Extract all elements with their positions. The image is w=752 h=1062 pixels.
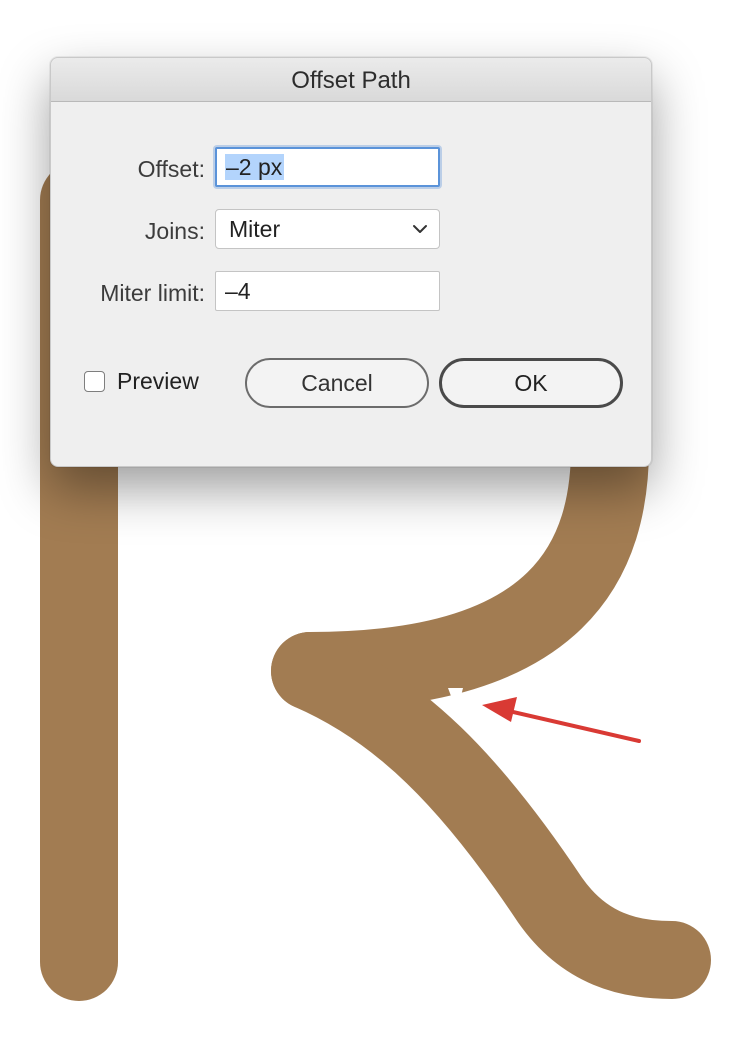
joins-value: Miter [229, 216, 281, 242]
offset-value: –2 px [225, 154, 285, 180]
miter-notch [448, 688, 463, 712]
dialog-title: Offset Path [291, 67, 411, 94]
offset-path-dialog: Offset Path Offset: –2 px Joins: Miter M… [50, 57, 652, 467]
arrow-head [482, 697, 517, 722]
arrow-shaft [498, 707, 641, 743]
joins-select[interactable]: Miter [215, 209, 440, 249]
preview-label[interactable]: Preview [117, 368, 199, 395]
ok-button[interactable]: OK [439, 358, 623, 408]
annotation-arrow [482, 697, 641, 743]
miter-limit-label: Miter limit: [100, 280, 205, 306]
r-bowl-stroke [271, 401, 650, 710]
cancel-button[interactable]: Cancel [245, 358, 429, 408]
chevron-down-icon [413, 225, 427, 233]
miter-limit-field[interactable]: –4 [215, 271, 440, 311]
preview-checkbox[interactable] [84, 371, 105, 392]
joins-label: Joins: [144, 218, 205, 244]
offset-field[interactable]: –2 px [215, 147, 440, 187]
dialog-titlebar[interactable]: Offset Path [51, 58, 651, 102]
r-leg-stroke [271, 632, 711, 999]
offset-label: Offset: [137, 156, 205, 182]
